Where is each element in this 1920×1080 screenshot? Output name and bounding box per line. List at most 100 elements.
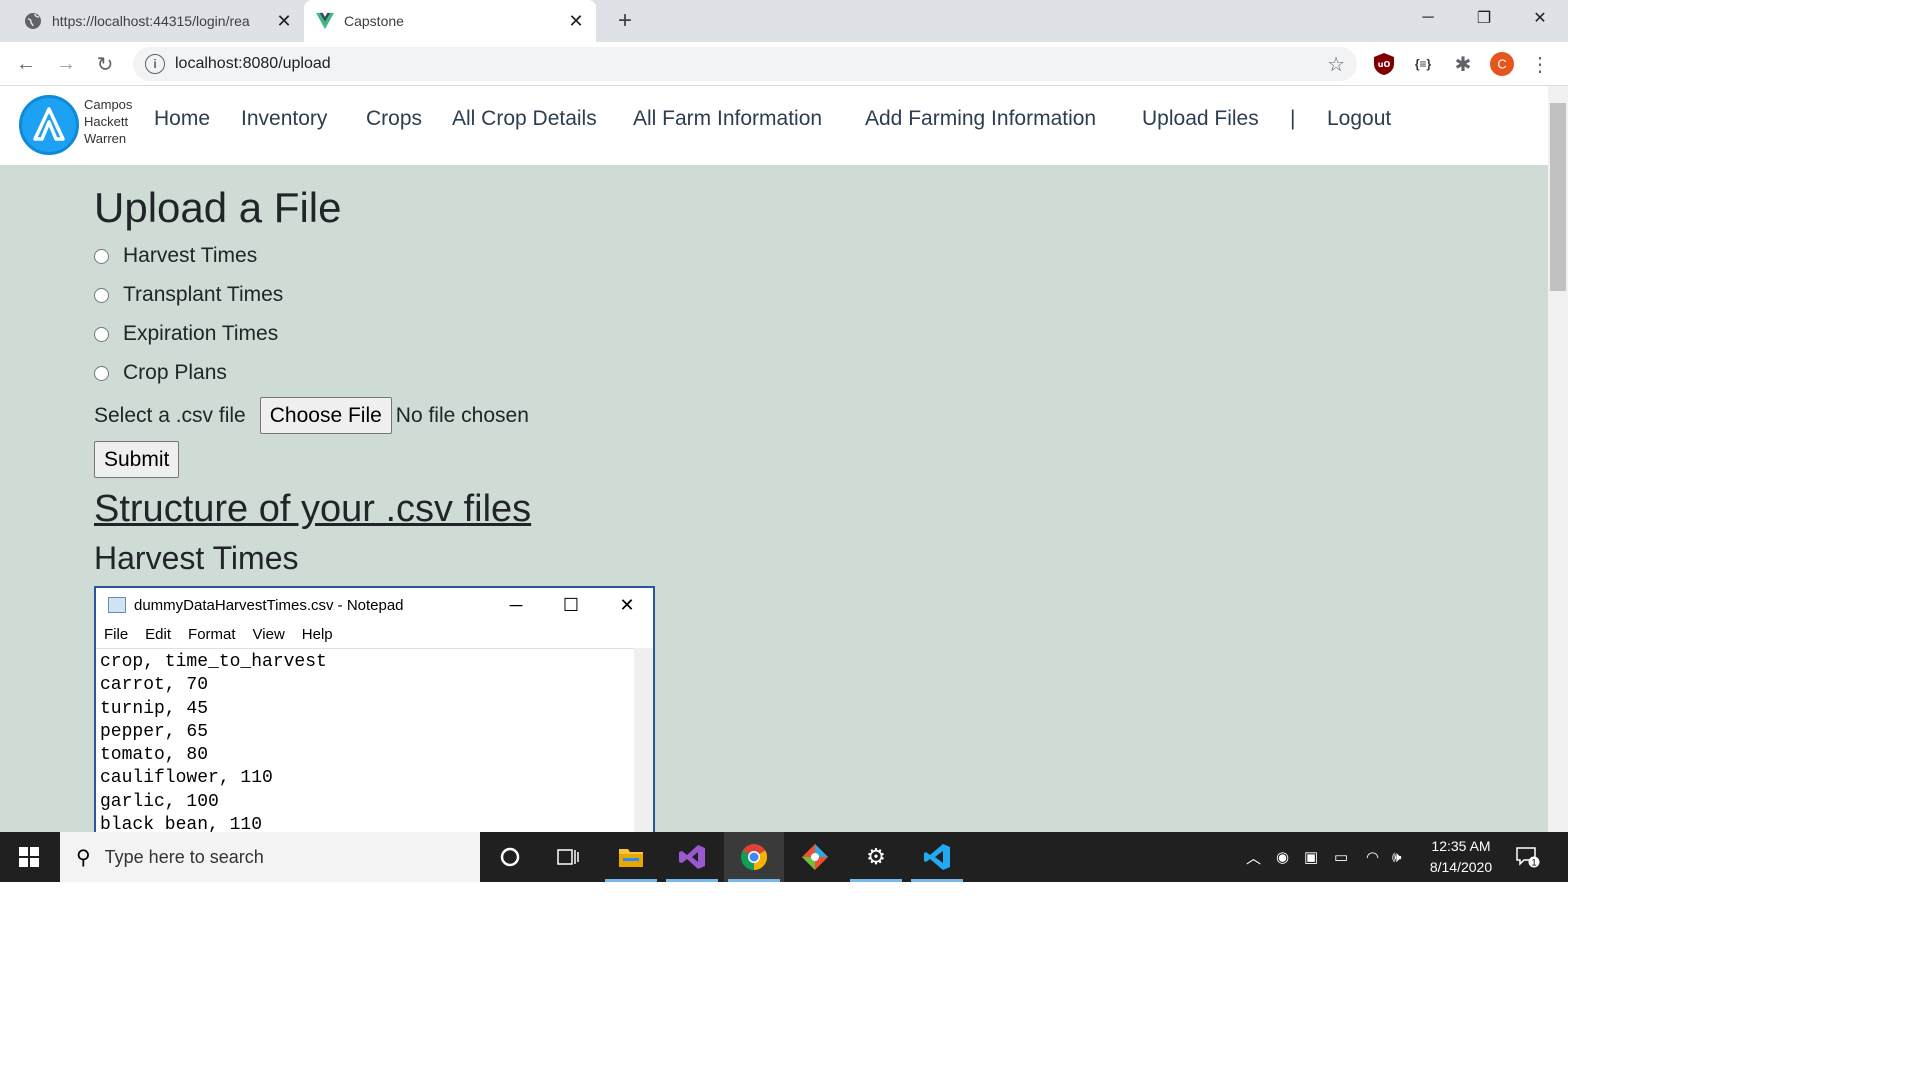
section-heading: Harvest Times: [94, 540, 299, 576]
url-text[interactable]: localhost:8080/upload: [175, 55, 331, 73]
notification-count: 1: [1531, 858, 1536, 868]
svg-text:uO: uO: [1378, 60, 1391, 69]
reload-icon[interactable]: ↻: [91, 50, 119, 78]
radio-crop-plans[interactable]: Crop Plans: [94, 361, 227, 385]
notepad-title: dummyDataHarvestTimes.csv - Notepad: [134, 596, 404, 614]
star-icon[interactable]: ☆: [1327, 52, 1345, 77]
tray-record-icon[interactable]: ◉: [1276, 832, 1289, 882]
csv-line: turnip, 45: [100, 698, 209, 719]
tab-capstone[interactable]: Capstone ✕: [304, 0, 596, 42]
taskbar-search[interactable]: ⚲ Type here to search: [60, 832, 480, 882]
new-tab-button[interactable]: +: [612, 7, 638, 34]
search-icon: ⚲: [76, 846, 91, 869]
task-view-icon[interactable]: [538, 832, 598, 882]
vue-logo-icon: [316, 12, 334, 30]
minimize-icon[interactable]: ─: [1400, 0, 1456, 36]
chrome-icon[interactable]: [724, 832, 784, 882]
json-formatter-icon[interactable]: {≡}: [1411, 52, 1435, 76]
choose-file-button[interactable]: Choose File: [259, 397, 392, 434]
radio-harvest-times[interactable]: Harvest Times: [94, 244, 257, 268]
settings-gear-icon[interactable]: ⚙: [846, 832, 906, 882]
radio-expiration-times[interactable]: Expiration Times: [94, 322, 278, 346]
ublock-icon[interactable]: uO: [1372, 52, 1396, 76]
file-explorer-icon[interactable]: [601, 832, 661, 882]
menu-format: Format: [188, 626, 236, 643]
volume-icon[interactable]: 🕪: [1392, 832, 1401, 882]
page-title: Upload a File: [94, 184, 342, 231]
radio-button[interactable]: [94, 287, 109, 303]
menu-edit: Edit: [145, 626, 172, 643]
window-close-icon[interactable]: ✕: [1512, 0, 1568, 36]
radio-transplant-times[interactable]: Transplant Times: [94, 283, 283, 307]
wifi-icon[interactable]: ◠: [1366, 832, 1379, 882]
file-label: Select a .csv file: [94, 403, 246, 427]
scrollbar-thumb[interactable]: [1550, 103, 1566, 291]
radio-button[interactable]: [94, 326, 109, 342]
notepad-menu: File Edit Format View Help: [96, 626, 342, 648]
page-viewport: Campos Hackett Warren Home Inventory Cro…: [0, 86, 1548, 832]
notepad-scrollbar: [634, 648, 653, 832]
clock-date: 8/14/2020: [1429, 859, 1493, 875]
close-icon: ✕: [619, 594, 635, 615]
csv-line: black bean, 110: [100, 815, 263, 832]
csv-line: cauliflower, 110: [100, 768, 273, 789]
submit-button[interactable]: Submit: [94, 441, 180, 478]
notification-icon[interactable]: 1: [1516, 832, 1540, 882]
windows-start-icon[interactable]: [0, 832, 58, 882]
nav-all-crop-details[interactable]: All Crop Details: [452, 107, 597, 131]
browser-toolbar: ← → ↻ i localhost:8080/upload ☆ uO {≡} ✱…: [0, 42, 1568, 86]
structure-link[interactable]: Structure of your .csv files: [94, 488, 531, 531]
windows-taskbar: ⚲ Type here to search ⚙ ︿ ◉ ▣ ▭ ◠ 🕪 12:3…: [0, 832, 1568, 882]
site-logo[interactable]: [19, 95, 79, 155]
nav-inventory[interactable]: Inventory: [241, 107, 327, 131]
nav-add-farming-information[interactable]: Add Farming Information: [865, 107, 1096, 131]
nav-crops[interactable]: Crops: [366, 107, 422, 131]
nav-home[interactable]: Home: [154, 107, 210, 131]
battery-icon[interactable]: ▭: [1334, 832, 1348, 882]
info-icon[interactable]: i: [145, 54, 165, 74]
menu-view: View: [252, 626, 285, 643]
menu-file: File: [104, 626, 129, 643]
forward-icon[interactable]: →: [52, 50, 80, 78]
site-navbar: Campos Hackett Warren Home Inventory Cro…: [0, 86, 1548, 165]
globe-icon: [24, 12, 42, 30]
radio-button[interactable]: [94, 365, 109, 381]
tab-login[interactable]: https://localhost:44315/login/rea ✕: [12, 0, 304, 42]
page-scrollbar[interactable]: [1548, 86, 1568, 832]
brand-line: Campos: [84, 97, 133, 112]
vscode-icon[interactable]: [907, 832, 967, 882]
menu-dots-icon[interactable]: ⋮: [1528, 52, 1552, 76]
gitkraken-icon[interactable]: [785, 832, 845, 882]
browser-tab-strip: https://localhost:44315/login/rea ✕ Caps…: [0, 0, 1568, 42]
nav-logout[interactable]: Logout: [1327, 107, 1391, 131]
address-bar[interactable]: i localhost:8080/upload ☆: [133, 47, 1357, 81]
brand-line: Warren: [84, 131, 127, 146]
close-icon[interactable]: ✕: [272, 9, 296, 33]
tab-title: Capstone: [344, 13, 404, 29]
tray-chevron-icon[interactable]: ︿: [1246, 832, 1261, 882]
profile-avatar[interactable]: C: [1490, 52, 1514, 76]
notepad-screenshot: dummyDataHarvestTimes.csv - Notepad ─ ☐ …: [94, 586, 655, 832]
cortana-icon[interactable]: [480, 832, 540, 882]
csv-line: crop, time_to_harvest: [100, 652, 327, 672]
search-placeholder: Type here to search: [104, 846, 264, 867]
csv-line: garlic, 100: [100, 791, 219, 812]
tray-display-icon[interactable]: ▣: [1304, 832, 1318, 882]
taskbar-clock[interactable]: 12:35 AM 8/14/2020: [1416, 836, 1506, 878]
nav-all-farm-information[interactable]: All Farm Information: [633, 107, 822, 131]
notepad-icon: [108, 597, 126, 613]
radio-label: Crop Plans: [123, 361, 227, 384]
close-icon[interactable]: ✕: [564, 9, 588, 33]
visual-studio-icon[interactable]: [662, 832, 722, 882]
radio-button[interactable]: [94, 248, 109, 264]
brand-line: Hackett: [84, 114, 129, 129]
back-icon[interactable]: ←: [12, 50, 40, 78]
minimize-icon: ─: [509, 594, 523, 615]
notepad-text: crop, time_to_harvest carrot, 70 turnip, 4…: [96, 648, 634, 832]
nav-upload-files[interactable]: Upload Files: [1142, 107, 1259, 131]
tab-title: https://localhost:44315/login/rea: [52, 13, 250, 29]
extensions-icon[interactable]: ✱: [1451, 52, 1475, 76]
radio-label: Expiration Times: [123, 322, 279, 345]
restore-icon[interactable]: ❐: [1456, 0, 1512, 36]
file-input-row: Select a .csv file Choose File No file c…: [94, 397, 529, 434]
